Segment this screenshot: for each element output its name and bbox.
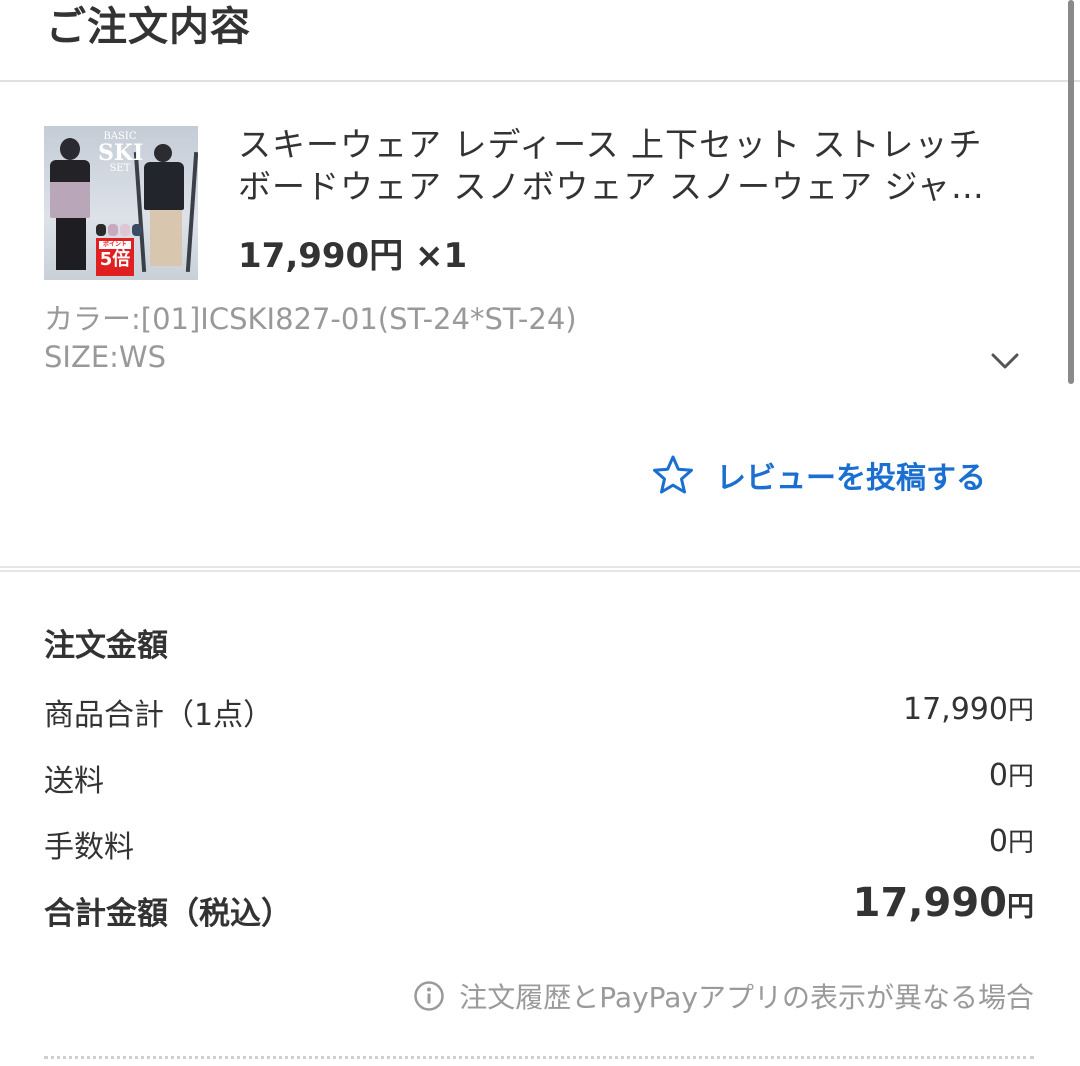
- subtotal-value: 17,990円: [903, 692, 1034, 727]
- order-amount-title: 注文金額: [44, 628, 168, 664]
- total-value: 17,990円: [852, 880, 1034, 926]
- subtotal-label: 商品合計（1点）: [44, 698, 274, 733]
- header-divider: [0, 80, 1080, 82]
- thumb-logo-text: BASIC SKI SET: [98, 131, 144, 174]
- order-detail-page: ご注文内容 BASIC SKI SET ポイント 5倍 スキーウェア レディース…: [0, 0, 1080, 1066]
- product-price: 17,990円 ×1: [238, 236, 468, 276]
- scrollbar[interactable]: [1068, 0, 1074, 384]
- section-divider: [0, 566, 1080, 572]
- product-size-option: SIZE:WS: [44, 340, 167, 374]
- info-icon: [414, 981, 445, 1011]
- dotted-divider: [44, 1056, 1034, 1059]
- shipping-label: 送料: [44, 764, 104, 799]
- fee-value: 0円: [988, 824, 1034, 859]
- write-review-label: レビューを投稿する: [716, 461, 986, 496]
- fee-label: 手数料: [44, 830, 134, 865]
- page-title: ご注文内容: [46, 4, 251, 50]
- star-icon: [653, 455, 693, 494]
- product-thumbnail[interactable]: BASIC SKI SET ポイント 5倍: [44, 126, 198, 280]
- display-difference-note[interactable]: 注文履歴とPayPayアプリの表示が異なる場合: [413, 976, 1034, 1016]
- note-text: 注文履歴とPayPayアプリの表示が異なる場合: [459, 981, 1034, 1014]
- write-review-link[interactable]: レビューを投稿する: [652, 452, 986, 498]
- product-name[interactable]: スキーウェア レディース 上下セット ストレッチ ボードウェア スノボウェア ス…: [238, 124, 1020, 212]
- shipping-value: 0円: [988, 758, 1034, 793]
- point-badge: ポイント 5倍: [96, 238, 134, 276]
- product-color-option: カラー:[01]ICSKI827-01(ST-24*ST-24): [44, 302, 577, 336]
- chevron-down-icon[interactable]: [990, 346, 1020, 376]
- total-label: 合計金額（税込）: [44, 896, 292, 932]
